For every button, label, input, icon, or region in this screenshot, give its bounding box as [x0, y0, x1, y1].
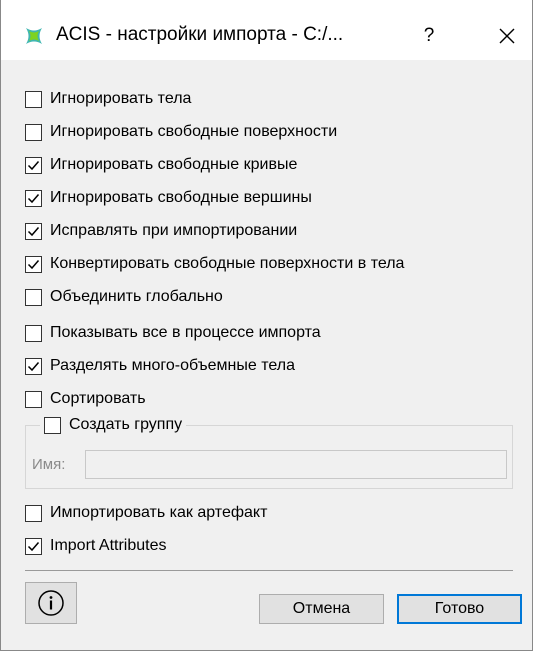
checkbox[interactable] — [25, 222, 42, 240]
checkbox[interactable] — [25, 255, 42, 273]
dialog-body: Игнорировать тела Игнорировать свободные… — [1, 60, 532, 650]
ok-button[interactable]: Готово — [397, 594, 522, 624]
option-ignore-bodies[interactable]: Игнорировать тела — [25, 88, 191, 110]
checkmark-icon — [27, 541, 40, 551]
checkbox[interactable] — [25, 189, 42, 207]
checkmark-icon — [27, 193, 40, 203]
option-convert-surfaces-to-bodies[interactable]: Конвертировать свободные поверхности в т… — [25, 253, 404, 275]
window-title: ACIS - настройки импорта - C:/... — [56, 24, 344, 45]
divider — [25, 570, 513, 571]
info-button[interactable] — [25, 582, 77, 624]
option-label: Игнорировать свободные поверхности — [50, 123, 338, 140]
option-label: Исправлять при импортировании — [50, 222, 298, 239]
option-label: Объединить глобально — [50, 288, 223, 305]
option-label: Игнорировать свободные кривые — [50, 156, 298, 173]
group-name-input[interactable] — [85, 450, 507, 479]
checkbox[interactable] — [25, 504, 42, 522]
create-group-toggle[interactable]: Создать группу — [40, 414, 187, 436]
option-label: Импортировать как артефакт — [50, 504, 268, 521]
checkmark-icon — [27, 259, 40, 269]
checkbox[interactable] — [25, 324, 42, 342]
option-split-multi-volume-bodies[interactable]: Разделять много-объемные тела — [25, 355, 295, 377]
name-label: Имя: — [32, 456, 66, 473]
option-ignore-free-curves[interactable]: Игнорировать свободные кривые — [25, 154, 297, 176]
checkmark-icon — [27, 361, 40, 371]
option-import-as-artifact[interactable]: Импортировать как артефакт — [25, 502, 267, 524]
option-label: Показывать все в процессе импорта — [50, 324, 321, 341]
option-show-all-during-import[interactable]: Показывать все в процессе импорта — [25, 322, 321, 344]
option-merge-globally[interactable]: Объединить глобально — [25, 286, 223, 308]
cancel-button[interactable]: Отмена — [259, 594, 384, 624]
checkmark-icon — [27, 160, 40, 170]
group-label: Создать группу — [69, 416, 183, 433]
checkbox[interactable] — [25, 90, 42, 108]
checkbox[interactable] — [25, 390, 42, 408]
option-sort[interactable]: Сортировать — [25, 388, 146, 410]
option-label: Конвертировать свободные поверхности в т… — [50, 255, 405, 272]
checkbox[interactable] — [25, 123, 42, 141]
import-settings-dialog: ACIS - настройки импорта - C:/... ? Игно… — [0, 0, 533, 651]
checkbox[interactable] — [25, 537, 42, 555]
checkmark-icon — [27, 226, 40, 236]
help-button[interactable]: ? — [414, 21, 444, 51]
option-import-attributes[interactable]: Import Attributes — [25, 535, 167, 557]
checkbox[interactable] — [44, 416, 61, 434]
option-label: Игнорировать тела — [50, 90, 192, 107]
checkbox[interactable] — [25, 156, 42, 174]
checkbox[interactable] — [25, 288, 42, 306]
acis-logo-icon — [26, 28, 42, 44]
title-bar: ACIS - настройки импорта - C:/... ? — [1, 0, 532, 60]
option-ignore-free-surfaces[interactable]: Игнорировать свободные поверхности — [25, 121, 337, 143]
option-label: Import Attributes — [50, 537, 167, 554]
option-label: Разделять много-объемные тела — [50, 357, 295, 374]
option-label: Сортировать — [50, 390, 146, 407]
option-label: Игнорировать свободные вершины — [50, 189, 312, 206]
close-icon[interactable] — [491, 21, 523, 51]
checkbox[interactable] — [25, 357, 42, 375]
option-ignore-free-vertices[interactable]: Игнорировать свободные вершины — [25, 187, 312, 209]
option-fix-on-import[interactable]: Исправлять при импортировании — [25, 220, 297, 242]
info-icon — [38, 590, 64, 616]
